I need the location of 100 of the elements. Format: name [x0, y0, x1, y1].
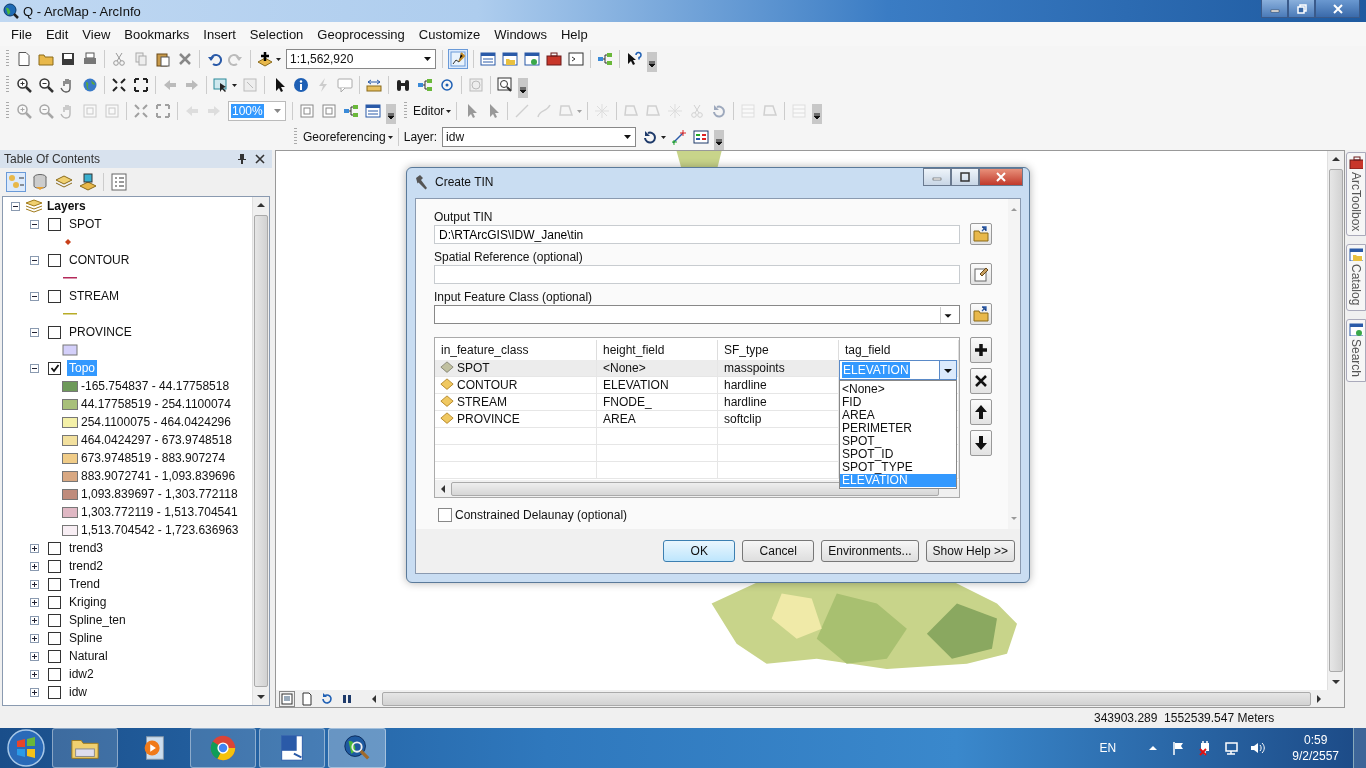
- menu-item[interactable]: View: [75, 24, 118, 44]
- layer-name[interactable]: CONTOUR: [67, 252, 132, 268]
- flowchart-icon[interactable]: [417, 77, 433, 93]
- delete-icon[interactable]: [177, 51, 193, 67]
- browse-button[interactable]: [970, 223, 992, 245]
- select-features-icon[interactable]: [213, 77, 229, 93]
- checkbox[interactable]: [48, 289, 61, 303]
- table-row[interactable]: SPOT <None> masspoints ELEVATION: [435, 360, 959, 377]
- taskbar-button[interactable]: [259, 728, 325, 768]
- menu-item[interactable]: Windows: [487, 24, 554, 44]
- expand-icon[interactable]: [30, 615, 39, 625]
- paste-icon[interactable]: [155, 51, 171, 67]
- menu-item[interactable]: Geoprocessing: [310, 24, 412, 44]
- print-icon[interactable]: [82, 51, 98, 67]
- checkbox[interactable]: [438, 508, 452, 522]
- taskbar-button[interactable]: [190, 728, 256, 768]
- speaker-icon[interactable]: [1249, 740, 1266, 756]
- collapse-icon[interactable]: [30, 327, 39, 337]
- toolbox-icon[interactable]: [546, 51, 562, 67]
- menu-item[interactable]: File: [4, 24, 39, 44]
- dialog-button[interactable]: Cancel: [742, 540, 815, 562]
- dropdown-option[interactable]: SPOT_ID: [840, 448, 956, 461]
- checkbox[interactable]: [48, 631, 61, 645]
- undo-icon[interactable]: [206, 51, 222, 67]
- dialog-button[interactable]: OK: [663, 540, 736, 562]
- caret-icon[interactable]: [232, 83, 237, 87]
- layer-name[interactable]: Kriging: [67, 594, 109, 610]
- info-icon[interactable]: [293, 77, 309, 93]
- tree-item[interactable]: Layers: [47, 199, 86, 213]
- checkbox[interactable]: [48, 685, 61, 699]
- checkbox[interactable]: [48, 325, 61, 339]
- editor-menu-button[interactable]: Editor: [411, 104, 454, 118]
- menu-item[interactable]: Customize: [411, 24, 488, 44]
- close-button[interactable]: [1315, 0, 1360, 18]
- zoom-out-icon[interactable]: [38, 77, 54, 93]
- output-tin-field[interactable]: D:\RTArcGIS\IDW_Jane\tin: [434, 225, 960, 244]
- taskbar-button[interactable]: [328, 728, 386, 768]
- remove-button[interactable]: [970, 368, 992, 394]
- checkbox[interactable]: [48, 649, 61, 663]
- pin-icon[interactable]: [235, 153, 248, 165]
- layer-name[interactable]: STREAM: [67, 288, 121, 304]
- start-button[interactable]: [6, 728, 46, 768]
- zoom-in-icon[interactable]: [16, 77, 32, 93]
- layer-name[interactable]: PROVINCE: [67, 324, 134, 340]
- menu-item[interactable]: Edit: [38, 24, 76, 44]
- caret-icon[interactable]: [276, 57, 281, 61]
- layer-combobox[interactable]: idw: [442, 127, 637, 147]
- arrows-inward-icon[interactable]: [111, 77, 127, 93]
- add-point-icon[interactable]: [671, 129, 688, 145]
- checkbox[interactable]: [48, 253, 61, 267]
- expand-icon[interactable]: [30, 669, 39, 679]
- arrows-outward-icon[interactable]: [133, 77, 149, 93]
- list-window-icon[interactable]: [365, 103, 381, 119]
- dropdown-option[interactable]: SPOT_TYPE: [840, 461, 956, 474]
- expand-icon[interactable]: [30, 543, 39, 553]
- close-icon[interactable]: [253, 153, 266, 165]
- expand-icon[interactable]: [30, 597, 39, 607]
- scrollbar[interactable]: [251, 197, 269, 705]
- browse-button[interactable]: [970, 303, 992, 325]
- menu-item[interactable]: Help: [553, 24, 595, 44]
- save-icon[interactable]: [60, 51, 76, 67]
- dock-tab[interactable]: ArcToolbox: [1345, 152, 1366, 237]
- star-icon[interactable]: [594, 103, 611, 119]
- layer-name[interactable]: idw2: [67, 666, 96, 682]
- clock[interactable]: 0:59 9/2/2557: [1292, 732, 1339, 764]
- add-data-icon[interactable]: [257, 51, 273, 67]
- minimize-button[interactable]: [923, 168, 951, 186]
- minimize-button[interactable]: [1261, 0, 1288, 18]
- input-feature-class-combobox[interactable]: [434, 305, 960, 324]
- pen-icon[interactable]: [449, 50, 467, 68]
- new-document-icon[interactable]: [16, 51, 32, 67]
- layer-name[interactable]: Spline_ten: [67, 612, 128, 628]
- scrollbar[interactable]: [1327, 151, 1345, 690]
- layout-view-icon[interactable]: [279, 691, 294, 706]
- layer-name[interactable]: Spline: [67, 630, 105, 646]
- options-list-icon[interactable]: [110, 173, 128, 191]
- dock-tab[interactable]: Catalog: [1345, 244, 1366, 311]
- flowchart-icon[interactable]: [343, 103, 359, 119]
- menu-item[interactable]: Selection: [242, 24, 311, 44]
- toolbar-options-icon[interactable]: [714, 130, 725, 150]
- layer-name[interactable]: trend3: [67, 540, 106, 556]
- checkbox[interactable]: [48, 217, 61, 231]
- star-icon[interactable]: [667, 103, 684, 119]
- checkbox[interactable]: [48, 541, 61, 555]
- checkbox[interactable]: [48, 559, 61, 573]
- folder-window-icon[interactable]: [502, 51, 518, 67]
- checkbox[interactable]: [48, 613, 61, 627]
- flowchart-icon[interactable]: [597, 51, 613, 67]
- dropdown-option[interactable]: SPOT_: [840, 435, 956, 448]
- scale-combobox[interactable]: 1:1,562,920: [286, 49, 436, 69]
- help-pointer-icon[interactable]: [626, 51, 642, 67]
- list-by-drawing-order-icon[interactable]: [7, 173, 25, 191]
- collapse-icon[interactable]: [30, 363, 39, 373]
- toolbar-options-icon[interactable]: [518, 78, 528, 98]
- checkbox[interactable]: [48, 577, 61, 591]
- maximize-button[interactable]: [951, 168, 979, 186]
- refresh-icon[interactable]: [319, 691, 334, 706]
- layer-name[interactable]: idw: [67, 684, 89, 700]
- layer-name[interactable]: trend2: [67, 558, 106, 574]
- taskbar-button[interactable]: [52, 728, 118, 768]
